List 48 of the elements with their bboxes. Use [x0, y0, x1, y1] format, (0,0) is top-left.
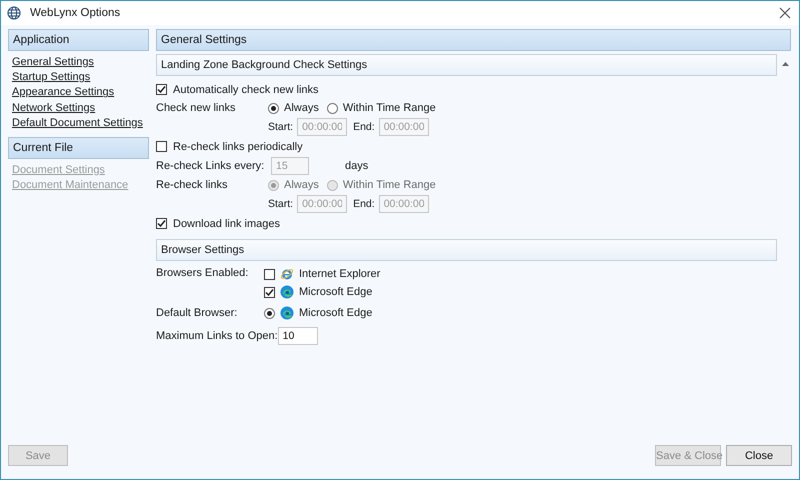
radio-label: Within Time Range	[342, 179, 436, 191]
scroll-up-icon[interactable]	[782, 62, 789, 66]
section-header: Browser Settings	[156, 239, 777, 261]
radio-button[interactable]	[268, 102, 279, 114]
radio-label: Always	[284, 102, 319, 114]
checkbox-label: Re-check links periodically	[173, 140, 303, 152]
max-links-field[interactable]: 10	[278, 327, 318, 345]
checkbox-label: Automatically check new links	[173, 84, 319, 96]
start-label: Start:	[268, 121, 294, 133]
field-label: Check new links	[156, 102, 236, 114]
unit-label: days	[345, 160, 368, 172]
globe-icon	[7, 6, 21, 20]
sidebar-link[interactable]: Appearance Settings	[8, 85, 114, 101]
radio-button[interactable]	[326, 102, 338, 114]
checkbox[interactable]	[264, 268, 275, 280]
browser-label: Internet Explorer	[299, 268, 380, 280]
edge-browser-icon	[280, 306, 294, 320]
field-label: Re-check Links every:	[156, 160, 266, 172]
dialog-button[interactable]: Close	[726, 445, 792, 466]
sidebar-link[interactable]: Network Settings	[8, 100, 96, 116]
checkbox[interactable]	[156, 84, 167, 95]
close-icon[interactable]	[779, 7, 791, 19]
section-header: Landing Zone Background Check Settings	[156, 54, 777, 76]
ie-browser-icon	[280, 267, 294, 281]
sidebar-group-header: Application	[8, 29, 149, 51]
checkbox[interactable]	[264, 286, 275, 298]
sidebar-group-header: Current File	[8, 137, 149, 160]
end-label: End:	[353, 198, 375, 210]
browser-label: Microsoft Edge	[299, 286, 372, 298]
radio-label: Within Time Range	[342, 102, 436, 114]
browser-label: Microsoft Edge	[299, 307, 372, 319]
edge-browser-icon	[280, 285, 294, 299]
window-title: WebLynx Options	[30, 7, 122, 19]
field-label: Browsers Enabled:	[156, 266, 250, 279]
field-label: Re-check links	[156, 179, 229, 191]
radio-button[interactable]	[264, 308, 275, 318]
sidebar-link[interactable]: Default Document Settings	[8, 116, 143, 132]
page-header: General Settings	[156, 29, 791, 51]
sidebar-link[interactable]: General Settings	[8, 55, 94, 70]
checkbox[interactable]	[156, 218, 167, 229]
sidebar-link[interactable]: Startup Settings	[8, 70, 90, 86]
checkbox[interactable]	[156, 141, 167, 152]
field-label: Maximum Links to Open:	[156, 330, 278, 342]
end-label: End:	[353, 121, 375, 133]
field-label: Default Browser:	[156, 307, 238, 319]
radio-label: Always	[284, 179, 319, 191]
start-label: Start:	[268, 198, 294, 210]
checkbox-label: Download link images	[173, 218, 280, 230]
